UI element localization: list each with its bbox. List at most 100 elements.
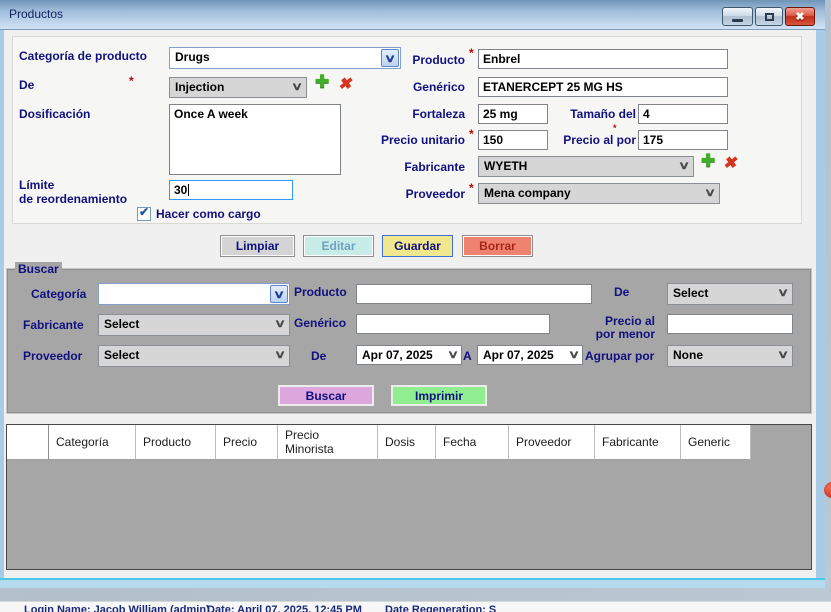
precio-por-label: Precio al por <box>535 133 636 147</box>
search-proveedor-value: Select <box>104 348 139 362</box>
search-proveedor-label: Proveedor <box>23 349 82 363</box>
search-precio-menor-label-line2: por menor <box>547 327 655 341</box>
search-group: Buscar Categoría ∨ Producto De Select ∨ … <box>6 268 812 414</box>
limpiar-button[interactable]: Limpiar <box>220 235 295 257</box>
text-cursor <box>188 184 189 196</box>
buscar-button[interactable]: Buscar <box>278 385 374 406</box>
search-agrupar-label: Agrupar por <box>585 349 654 363</box>
proveedor-combobox[interactable]: Mena company ∨ <box>478 183 720 204</box>
tamano-input[interactable]: 4 <box>638 104 728 124</box>
search-fabricante-value: Select <box>104 317 139 331</box>
search-fecha-a-picker[interactable]: Apr 07, 2025 ∨ <box>477 345 583 365</box>
precio-por-required-marker: * <box>613 123 617 133</box>
guardar-button[interactable]: Guardar <box>382 235 453 257</box>
categoria-producto-label: Categoría de producto <box>19 49 147 63</box>
grid-body <box>7 460 811 569</box>
limite-reorden-input[interactable]: 30 <box>169 180 293 200</box>
search-group-title: Buscar <box>15 262 62 276</box>
grid-column-proveedor[interactable]: Proveedor <box>509 425 595 460</box>
grid-column-generic[interactable]: Generic <box>681 425 751 460</box>
precio-por-input[interactable]: 175 <box>638 130 728 150</box>
grid-column-precio[interactable]: Precio <box>216 425 278 460</box>
hacer-como-cargo-label: Hacer como cargo <box>156 207 261 221</box>
minimize-button[interactable] <box>722 7 753 26</box>
chevron-down-icon: ∨ <box>274 348 286 361</box>
dosificacion-textarea[interactable]: Once A week <box>169 104 341 175</box>
restore-button[interactable] <box>755 7 783 26</box>
close-button[interactable]: ✖ <box>785 7 815 26</box>
categoria-producto-value: Drugs <box>175 50 210 64</box>
status-login-name: Login Name: Jacob William (admin) <box>24 604 210 612</box>
grid-column-categoria[interactable]: Categoría <box>49 425 136 460</box>
editar-button[interactable]: Editar <box>303 235 374 257</box>
search-precio-menor-label-line1: Precio al <box>547 314 655 328</box>
precio-unitario-label: Precio unitario <box>365 133 465 147</box>
chevron-down-icon: ∨ <box>447 348 459 361</box>
add-dose-type-button[interactable]: ✚ <box>315 72 329 92</box>
search-generico-input[interactable] <box>356 314 550 334</box>
add-fabricante-button[interactable]: ✚ <box>701 151 715 171</box>
search-fecha-de-value: Apr 07, 2025 <box>362 348 433 362</box>
proveedor-label: Proveedor <box>381 187 465 201</box>
search-de-tipo-value: Select <box>673 286 708 300</box>
search-fecha-de-label: De <box>311 349 326 363</box>
screen: Productos ✖ Categoría de producto Drugs … <box>0 0 831 612</box>
producto-input[interactable]: Enbrel <box>478 49 728 69</box>
generico-input[interactable]: ETANERCEPT 25 MG HS <box>478 77 728 97</box>
search-de-tipo-label: De <box>614 285 629 299</box>
search-fecha-a-value: Apr 07, 2025 <box>483 348 554 362</box>
chevron-down-icon: ∨ <box>273 288 285 301</box>
delete-dose-type-button[interactable]: ✖ <box>338 74 351 94</box>
proveedor-required-marker: * <box>469 181 474 195</box>
tamano-label: Tamaño del <box>553 107 636 121</box>
fabricante-label: Fabricante <box>381 160 465 174</box>
de-value: Injection <box>175 80 224 94</box>
window-title: Productos <box>9 7 63 21</box>
fabricante-value: WYETH <box>484 159 527 173</box>
limite-reorden-value: 30 <box>174 183 187 197</box>
search-generico-label: Genérico <box>294 316 346 330</box>
grid-column-precio-minorista[interactable]: Precio Minorista <box>278 425 378 460</box>
limite-label-line1: Límite <box>19 178 54 192</box>
fortaleza-label: Fortaleza <box>381 107 465 121</box>
grid-column-producto[interactable]: Producto <box>136 425 216 460</box>
delete-fabricante-button[interactable]: ✖ <box>723 153 736 173</box>
search-fecha-de-picker[interactable]: Apr 07, 2025 ∨ <box>356 345 462 365</box>
grid-column-fabricante[interactable]: Fabricante <box>595 425 681 460</box>
limite-label-line2: de reordenamiento <box>19 192 127 206</box>
generico-label: Genérico <box>381 80 465 94</box>
dosificacion-label: Dosificación <box>19 107 90 121</box>
grid-column-dosis[interactable]: Dosis <box>378 425 436 460</box>
producto-required-marker: * <box>469 46 474 60</box>
search-categoria-dropdown-button[interactable]: ∨ <box>270 285 288 303</box>
search-agrupar-combobox[interactable]: None ∨ <box>667 345 793 367</box>
de-required-marker: * <box>129 74 134 88</box>
search-producto-input[interactable] <box>356 284 592 304</box>
imprimir-button[interactable]: Imprimir <box>391 385 487 406</box>
proveedor-value: Mena company <box>484 186 571 200</box>
grid-column-fecha[interactable]: Fecha <box>436 425 509 460</box>
search-categoria-label: Categoría <box>31 287 86 301</box>
search-producto-label: Producto <box>294 285 347 299</box>
search-precio-menor-input[interactable] <box>667 314 793 334</box>
search-fabricante-combobox[interactable]: Select ∨ <box>98 314 290 336</box>
chevron-down-icon: ∨ <box>291 80 303 93</box>
hacer-como-cargo-checkbox[interactable]: ✔ <box>137 207 151 221</box>
window-border-bottom <box>0 578 825 588</box>
close-icon: ✖ <box>795 10 804 23</box>
borrar-button[interactable]: Borrar <box>462 235 533 257</box>
fortaleza-input[interactable]: 25 mg <box>478 104 548 124</box>
search-de-tipo-combobox[interactable]: Select ∨ <box>667 283 793 305</box>
check-icon: ✔ <box>139 205 149 219</box>
categoria-producto-combobox[interactable]: Drugs ∨ <box>169 47 401 69</box>
search-categoria-combobox[interactable]: ∨ <box>98 283 290 305</box>
fabricante-combobox[interactable]: WYETH ∨ <box>478 156 694 177</box>
search-fabricante-label: Fabricante <box>23 318 84 332</box>
status-extra: Date Regeneration: S <box>385 604 496 612</box>
chevron-down-icon: ∨ <box>704 186 716 199</box>
search-proveedor-combobox[interactable]: Select ∨ <box>98 345 290 367</box>
de-label: De <box>19 78 34 92</box>
chevron-down-icon: ∨ <box>568 348 580 361</box>
edge-red-button <box>824 482 831 498</box>
de-combobox[interactable]: Injection ∨ <box>169 77 307 98</box>
